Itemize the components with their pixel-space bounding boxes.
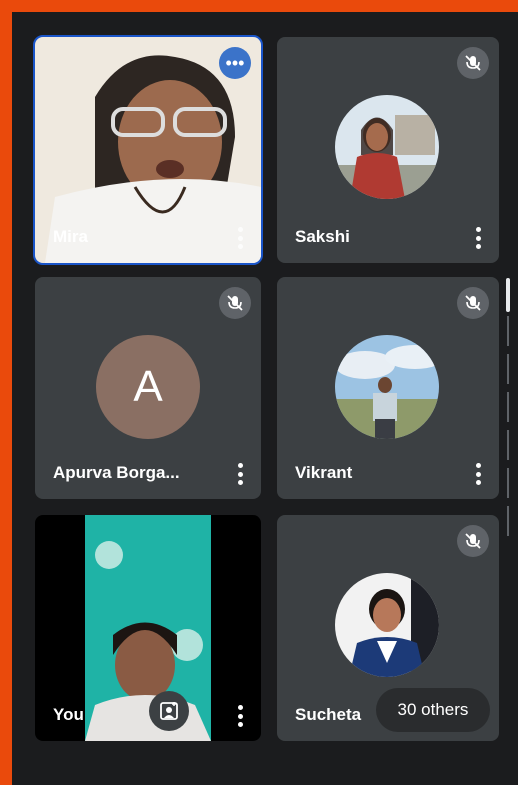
more-options-icon[interactable] xyxy=(237,227,243,249)
mic-off-icon xyxy=(457,287,489,319)
mic-off-icon xyxy=(219,287,251,319)
participant-name: Mira xyxy=(53,227,88,246)
participant-video xyxy=(85,515,211,741)
participant-name: Vikrant xyxy=(295,463,353,482)
avatar-initial: A xyxy=(133,362,163,411)
participant-avatar xyxy=(335,573,439,677)
more-options-icon[interactable] xyxy=(237,463,243,485)
participant-name: Sucheta xyxy=(295,705,362,724)
participant-tile-vikrant[interactable]: Vikrant xyxy=(277,277,499,499)
participant-tile-you[interactable]: You xyxy=(35,515,261,741)
more-options-icon[interactable] xyxy=(475,463,481,485)
participant-name: You xyxy=(53,705,84,724)
participant-avatar xyxy=(335,335,439,439)
more-button[interactable]: ••• xyxy=(219,47,251,79)
person-effects-icon xyxy=(160,702,178,720)
scrollbar[interactable] xyxy=(505,278,511,540)
more-options-icon[interactable] xyxy=(475,227,481,249)
others-button[interactable]: 30 others xyxy=(376,688,490,732)
participant-name: Sakshi xyxy=(295,227,350,246)
scrollbar-track xyxy=(507,316,509,540)
participant-tile-apurva[interactable]: A Apurva Borga... xyxy=(35,277,261,499)
participant-name: Apurva Borga... xyxy=(53,463,180,482)
scrollbar-thumb[interactable] xyxy=(506,278,510,312)
more-options-icon[interactable] xyxy=(237,705,243,727)
participant-tile-mira[interactable]: ••• Mira xyxy=(33,35,263,265)
mic-off-icon xyxy=(457,47,489,79)
mic-off-icon xyxy=(457,525,489,557)
participant-avatar: A xyxy=(96,335,200,439)
participant-tile-sakshi[interactable]: Sakshi xyxy=(277,37,499,263)
participant-avatar xyxy=(335,95,439,199)
effects-button[interactable] xyxy=(149,691,189,731)
